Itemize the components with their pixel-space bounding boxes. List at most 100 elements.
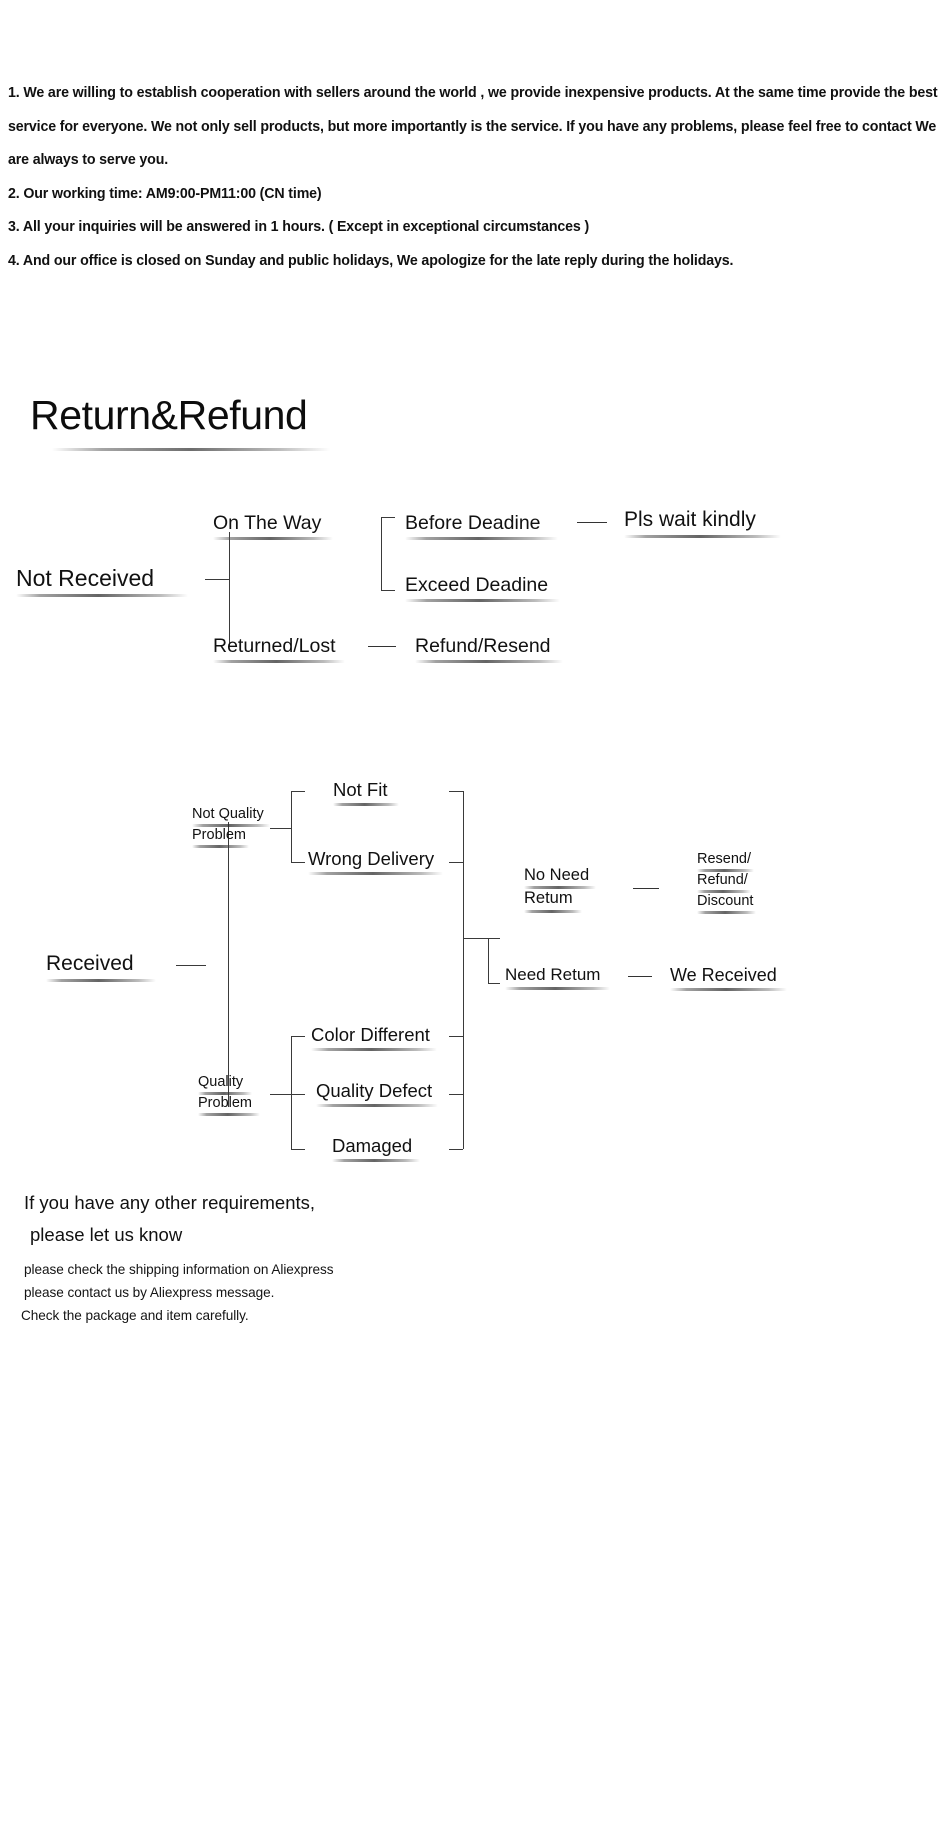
node-pls-wait-kindly: Pls wait kindly (624, 508, 781, 538)
connector-quality-bracket (291, 1036, 292, 1149)
node-underline (332, 1158, 420, 1162)
closing-heading-line-1: If you have any other requirements, (24, 1192, 316, 1213)
node-damaged-label: Damaged (332, 1135, 413, 1156)
node-quality-problem-line2: Problem (198, 1095, 252, 1112)
connector-collect-stub-4 (449, 1094, 463, 1095)
node-resend-line2: Refund/ (697, 872, 748, 889)
heading-underline (52, 448, 330, 451)
connector-exceed-deadline-stub (381, 590, 395, 591)
connector-damaged-stub (291, 1149, 305, 1150)
node-underline (333, 802, 399, 806)
node-underline (316, 1103, 438, 1107)
node-not-fit-label: Not Fit (333, 779, 388, 800)
node-underline (405, 537, 558, 540)
connector-received-dash (176, 965, 206, 966)
closing-heading-line-2: please let us know (30, 1224, 183, 1245)
node-underline (198, 1113, 260, 1117)
node-received: Received (46, 952, 156, 982)
node-underline (213, 537, 333, 540)
connector-collect-bracket (463, 791, 464, 1149)
node-resend-line1: Resend/ (697, 851, 752, 867)
node-pls-wait-kindly-label: Pls wait kindly (624, 508, 756, 531)
node-underline (697, 911, 756, 915)
node-we-received: We Received (670, 965, 787, 992)
connector-collect-stub-1 (449, 791, 463, 792)
connector-dash-pls-wait (577, 522, 607, 523)
connector-notquality-bracket (291, 791, 292, 863)
policy-text-block: 1. We are willing to establish cooperati… (8, 76, 940, 277)
node-before-deadline: Before Deadine (405, 512, 558, 540)
policy-line-1a: 1. We are willing to establish cooperati… (8, 84, 938, 101)
node-received-label: Received (46, 952, 134, 975)
node-quality-defect: Quality Defect (316, 1080, 438, 1107)
connector-ontheway-bracket (381, 517, 382, 590)
connector-not-fit-stub (291, 791, 305, 792)
node-quality-defect-label: Quality Defect (316, 1080, 433, 1101)
node-need-return-label: Need Retum (505, 965, 601, 984)
node-resend-line3: Discount (697, 893, 754, 910)
node-not-received: Not Received (16, 565, 188, 598)
connector-before-deadline-stub (381, 517, 395, 518)
return-refund-infographic: 1. We are willing to establish cooperati… (0, 0, 950, 1828)
connector-dash-resend (633, 888, 659, 889)
node-we-received-label: We Received (670, 965, 777, 985)
connector-quality-dash (270, 1094, 292, 1095)
connector-root-bracket (229, 532, 230, 647)
connector-quality-defect-stub (291, 1094, 305, 1095)
node-returned-lost: Returned/Lost (213, 635, 345, 663)
connector-received-main-bracket (228, 822, 229, 1107)
node-not-received-label: Not Received (16, 565, 155, 591)
node-underline (624, 534, 781, 538)
node-exceed-deadline-label: Exceed Deadine (405, 574, 549, 596)
node-not-quality-problem: Not Quality Problem (192, 806, 270, 849)
policy-line-3: 3. All your inquiries will be answered i… (8, 218, 590, 235)
node-not-quality-problem-line2: Problem (192, 827, 246, 844)
node-need-return: Need Retum (505, 965, 610, 991)
connector-dash-refund-resend (368, 646, 396, 647)
section-heading: Return&Refund (30, 395, 330, 451)
policy-line-2: 2. Our working time: AM9:00-PM11:00 (CN … (8, 184, 322, 202)
node-underline (16, 594, 188, 598)
node-underline (524, 909, 582, 913)
connector-root-dash (205, 579, 230, 580)
node-refund-resend: Refund/Resend (415, 635, 563, 663)
connector-dash-we-received (628, 976, 652, 977)
node-underline (213, 660, 345, 663)
node-on-the-way-label: On The Way (213, 512, 322, 534)
node-not-quality-problem-line1: Not Quality (192, 806, 264, 822)
closing-note-line-3: Check the package and item carefully. (21, 1308, 249, 1323)
connector-wrong-delivery-stub (291, 862, 305, 863)
node-quality-problem-line1: Quality (198, 1074, 244, 1090)
connector-collect-stub-2 (449, 862, 463, 863)
node-no-need-return-line1: No Need (524, 866, 590, 884)
node-refund-resend-label: Refund/Resend (415, 635, 551, 657)
page-title: Return&Refund (30, 392, 308, 438)
connector-color-different-stub (291, 1036, 305, 1037)
closing-note-line-1: please check the shipping information on… (24, 1262, 334, 1277)
node-underline (415, 660, 563, 663)
node-quality-problem: Quality Problem (198, 1074, 260, 1117)
connector-collect-stub-5 (449, 1149, 463, 1150)
node-wrong-delivery: Wrong Delivery (308, 848, 443, 875)
node-no-need-return: No Need Retum (524, 866, 596, 913)
node-on-the-way: On The Way (213, 512, 333, 540)
node-damaged: Damaged (332, 1135, 420, 1162)
policy-line-4: 4. And our office is closed on Sunday an… (8, 251, 734, 269)
connector-collect-stub-3 (449, 1036, 463, 1037)
policy-line-1b: service for everyone. We not only sell p… (8, 117, 937, 135)
node-underline (505, 987, 610, 991)
connector-split-dash (463, 938, 489, 939)
node-resend-refund-discount: Resend/ Refund/ Discount (697, 851, 756, 915)
node-underline (405, 599, 560, 602)
node-color-different-label: Color Different (311, 1024, 430, 1045)
node-underline (311, 1047, 437, 1051)
connector-notquality-dash (270, 828, 292, 829)
connector-need-return-stub (488, 983, 500, 984)
node-exceed-deadline: Exceed Deadine (405, 574, 560, 602)
node-no-need-return-line2: Retum (524, 889, 573, 908)
node-returned-lost-label: Returned/Lost (213, 635, 336, 657)
policy-line-1c: are always to serve you. (8, 151, 169, 168)
node-wrong-delivery-label: Wrong Delivery (308, 848, 435, 869)
connector-no-need-stub (488, 938, 500, 939)
node-color-different: Color Different (311, 1024, 437, 1051)
